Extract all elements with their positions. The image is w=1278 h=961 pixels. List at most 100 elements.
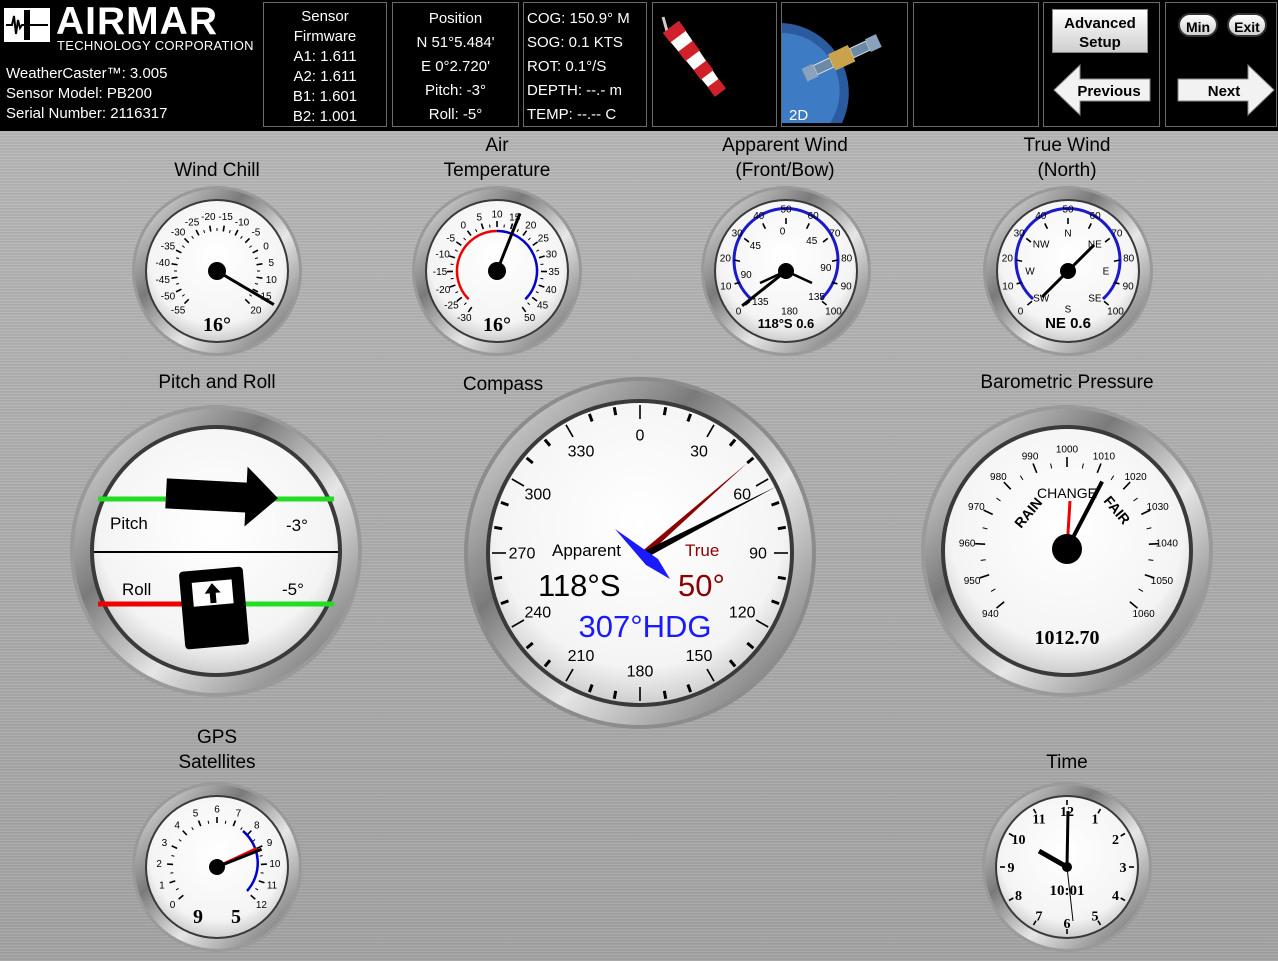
clock-tick-label: 6 [1064, 917, 1071, 932]
window-controls-panel: Min Exit Next [1165, 2, 1277, 127]
logo-subtitle: TECHNOLOGY CORPORATION [57, 38, 254, 53]
gps-sats-used: 5 [231, 906, 241, 928]
barometer-tick-label: 1010 [1093, 452, 1116, 463]
compass-tick-label: 300 [524, 487, 551, 504]
clock-tick-label: 5 [1092, 909, 1099, 924]
barometer-tick-label: 960 [959, 539, 976, 550]
gps-sats-title-1: GPS [196, 727, 238, 748]
gauge-dashboard: Wind Chill Air Temperature Apparent Wind… [0, 131, 1278, 961]
gps-sats-tick-mark [207, 820, 210, 824]
compass-tick-label: 150 [686, 648, 713, 665]
apparent-wind-bearing-tick-label: 90 [741, 270, 753, 281]
wind-chill-value: 16° [203, 314, 231, 336]
apparent-wind-gauge: 0102030405060708090100135904504590135180… [701, 186, 871, 356]
serial-number: Serial Number: 2116317 [6, 105, 168, 122]
wind-chill-tick-label: -35 [161, 242, 176, 253]
nav-depth: DEPTH: --.- m [527, 82, 622, 99]
compass-tick-label: 90 [749, 546, 767, 563]
gps-sats-title-2: Satellites [178, 752, 256, 773]
next-label: Next [1208, 83, 1241, 100]
wind-chill-tick-label: -40 [155, 258, 170, 269]
barometer-tick-label: 1050 [1151, 576, 1174, 587]
advanced-setup-button[interactable]: Advanced Setup [1052, 9, 1148, 53]
compass-true-value: 50° [678, 568, 725, 603]
barometer-tick-label: 980 [990, 472, 1007, 483]
gps-sats-hub [209, 859, 225, 875]
compass-tick-label: 210 [568, 648, 595, 665]
clock-tick-label: 11 [1032, 812, 1045, 827]
header-bar: AIRMAR TECHNOLOGY CORPORATION WeatherCas… [0, 0, 1278, 131]
barometer-tick-label: 990 [1022, 452, 1039, 463]
apparent-wind-tick-label: 10 [720, 281, 732, 292]
barometer-tick-mark [975, 542, 986, 546]
air-temp-tick-mark [540, 277, 544, 280]
clock-tick-label: 8 [1015, 889, 1022, 904]
compass-minor-tick [612, 406, 618, 416]
gps-sats-tick-mark [224, 820, 227, 824]
wind-chill-tick-mark [222, 225, 225, 232]
next-button[interactable]: Next [1176, 63, 1276, 117]
nav-rot: ROT: 0.1°/S [527, 58, 607, 75]
firmware-b1: B1: 1.601 [292, 88, 358, 105]
air-temp-tick-label: 35 [548, 267, 560, 278]
compass-minor-tick [493, 525, 503, 531]
advanced-nav-panel: Advanced Setup Previous [1043, 2, 1160, 127]
true-wind-tick-label: 20 [1002, 254, 1014, 265]
apparent-wind-tick-label: 80 [841, 254, 853, 265]
gps-sats-tick-mark [171, 855, 175, 857]
apparent-wind-tick-label: 100 [825, 306, 842, 317]
barometer-title: Barometric Pressure [980, 372, 1154, 393]
air-temp-tick-label: -10 [435, 249, 450, 260]
gps-sats-tick-label: 5 [193, 809, 199, 820]
gps-fix-label: 2D [789, 107, 809, 124]
firmware-title-2: Firmware [293, 28, 357, 45]
true-wind-bearing-tick-label: SW [1033, 293, 1050, 304]
gps-sats-tick-label: 7 [236, 809, 242, 820]
apparent-wind-bearing-tick-label: 135 [808, 292, 825, 303]
previous-label: Previous [1077, 83, 1140, 100]
true-wind-tick-label: 40 [1035, 211, 1047, 222]
clock-hub [1062, 862, 1072, 872]
pitch-value: -3° [286, 516, 308, 535]
wind-chill-tick-label: -30 [171, 228, 186, 239]
wind-chill-tick-label: -50 [161, 291, 176, 302]
windsock-panel [652, 2, 777, 127]
wind-chill-tick-label: -45 [155, 275, 170, 286]
min-button[interactable]: Min [1178, 13, 1218, 37]
wind-chill-tick-label: -5 [251, 228, 260, 239]
clock-minute-hand [1065, 810, 1070, 868]
barometer-tick-label: 1000 [1056, 445, 1079, 456]
barometer-tick-label: 950 [964, 576, 981, 587]
true-wind-tick-label: 50 [1062, 205, 1074, 216]
advanced-setup-label-1: Advanced [1064, 15, 1136, 32]
empty-panel [913, 2, 1039, 127]
air-temp-tick-label: 0 [461, 221, 467, 232]
wind-chill-hub [208, 262, 226, 280]
true-wind-title: True Wind (North) [957, 133, 1177, 183]
exit-button[interactable]: Exit [1227, 13, 1267, 37]
air-temp-hub [488, 262, 506, 280]
gps-sats-tick-label: 12 [256, 900, 268, 911]
gps-sats-tick-label: 1 [159, 881, 165, 892]
compass-minor-tick [777, 525, 787, 531]
wind-chill-tick-mark [171, 263, 178, 266]
air-temp-tick-label: -5 [446, 233, 455, 244]
gps-sats-tick-label: 4 [174, 820, 180, 831]
true-wind-title-2: (North) [1037, 160, 1097, 181]
true-wind-bearing-tick-label: SE [1088, 293, 1102, 304]
previous-button[interactable]: Previous [1052, 63, 1152, 117]
roll-value: -5° [282, 580, 304, 599]
true-wind-gauge: 0102030405060708090100SWWNWNNEESES NE 0.… [983, 186, 1153, 356]
air-temp-tick-label: 50 [524, 313, 536, 324]
barometer-tick-label: 940 [982, 609, 999, 620]
advanced-setup-label-2: Setup [1079, 34, 1121, 51]
wind-chill-tick-label: 20 [250, 305, 262, 316]
true-wind-hub [1060, 263, 1076, 279]
gps-fix-panel: 2D [781, 2, 908, 127]
nav-cog: COG: 150.9° M [527, 10, 630, 27]
pitch-roll-title: Pitch and Roll [158, 372, 276, 393]
compass-tick-label: 330 [568, 443, 595, 460]
clock-tick-label: 2 [1112, 833, 1119, 848]
apparent-wind-tick-label: 0 [736, 306, 742, 317]
wind-chill-tick-label: -55 [171, 305, 186, 316]
